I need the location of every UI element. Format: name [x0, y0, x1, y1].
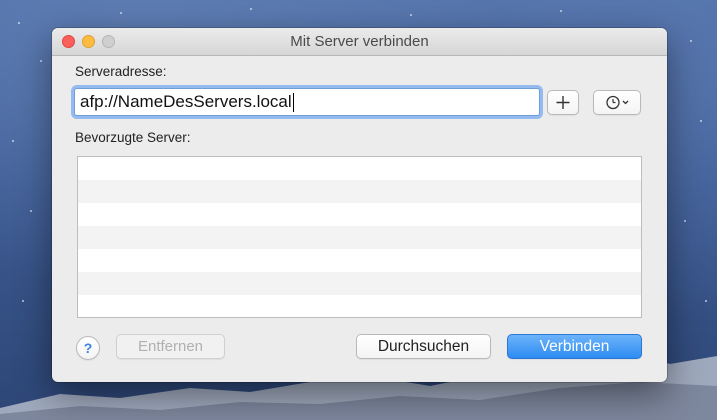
window-title: Mit Server verbinden [290, 33, 429, 50]
add-favorite-button[interactable] [547, 90, 579, 115]
star [30, 210, 32, 212]
star [560, 10, 562, 12]
help-button[interactable]: ? [76, 336, 100, 360]
server-list-row[interactable] [78, 226, 641, 249]
star [700, 120, 702, 122]
server-address-input[interactable]: afp://NameDesServers.local [74, 88, 540, 116]
title-bar[interactable]: Mit Server verbinden [52, 28, 667, 56]
star [250, 8, 252, 10]
server-address-label: Serveradresse: [75, 64, 167, 79]
server-list-row[interactable] [78, 272, 641, 295]
star [690, 40, 692, 42]
star [12, 140, 14, 142]
star [18, 22, 20, 24]
chevron-down-icon [622, 100, 629, 105]
server-list-row[interactable] [78, 157, 641, 180]
clock-icon [606, 95, 629, 110]
remove-button: Entfernen [116, 334, 225, 359]
star [410, 14, 412, 16]
favorite-servers-list[interactable] [77, 156, 642, 318]
server-list-row[interactable] [78, 203, 641, 226]
connect-button[interactable]: Verbinden [507, 334, 642, 359]
connect-to-server-window: Mit Server verbinden Serveradresse: afp:… [52, 28, 667, 382]
browse-button[interactable]: Durchsuchen [356, 334, 491, 359]
star [40, 60, 42, 62]
recent-servers-button[interactable] [593, 90, 641, 115]
server-address-value: afp://NameDesServers.local [80, 92, 292, 111]
server-list-row[interactable] [78, 249, 641, 272]
server-list-row[interactable] [78, 295, 641, 317]
server-list-row[interactable] [78, 180, 641, 203]
text-cursor [292, 93, 294, 113]
plus-icon [556, 96, 570, 109]
star [120, 12, 122, 14]
favorite-servers-label: Bevorzugte Server: [75, 130, 191, 145]
star [684, 220, 686, 222]
